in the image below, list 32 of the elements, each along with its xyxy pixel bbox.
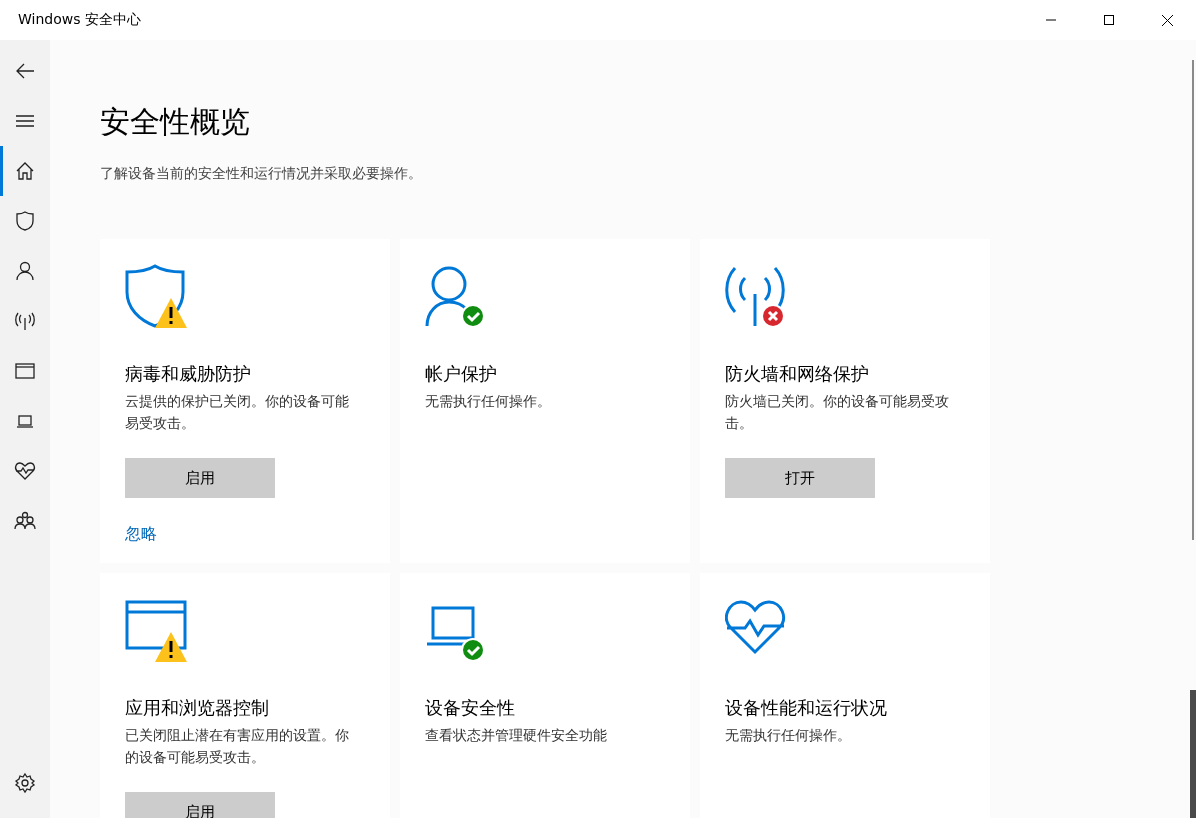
action-button[interactable]: 启用 [125, 792, 275, 818]
shield-icon [14, 210, 36, 232]
person-icon [14, 260, 36, 282]
dismiss-link[interactable]: 忽略 [125, 524, 157, 545]
card-description: 查看状态并管理硬件安全功能 [425, 726, 608, 745]
antenna-icon [14, 310, 36, 332]
home-icon [14, 160, 36, 182]
settings-icon [14, 772, 36, 794]
family-icon [14, 510, 36, 532]
heart-pulse-icon [14, 460, 36, 482]
browser-window-warning-icon [125, 598, 189, 662]
card-description: 云提供的保护已关闭。你的设备可能易受攻击。 [125, 392, 350, 433]
card-description: 无需执行任何操作。 [425, 392, 552, 411]
close-icon [1161, 14, 1173, 26]
card-title: 防火墙和网络保护 [725, 362, 869, 386]
scrollbar-thumb[interactable] [1190, 690, 1196, 818]
card-description: 防火墙已关闭。你的设备可能易受攻击。 [725, 392, 950, 433]
card-description: 已关闭阻止潜在有害应用的设置。你的设备可能易受攻击。 [125, 726, 350, 767]
card-title: 设备安全性 [425, 696, 515, 720]
page-subtitle: 了解设备当前的安全性和运行情况并采取必要操作。 [100, 165, 423, 183]
action-button[interactable]: 打开 [725, 458, 875, 498]
card-title: 病毒和威胁防护 [125, 362, 251, 386]
card-description: 无需执行任何操作。 [725, 726, 852, 745]
action-button[interactable]: 启用 [125, 458, 275, 498]
card-title: 应用和浏览器控制 [125, 696, 269, 720]
maximize-icon [1104, 15, 1114, 25]
shield-warning-icon [125, 264, 189, 328]
card-title: 帐户保护 [425, 362, 497, 386]
card-title: 设备性能和运行状况 [725, 696, 887, 720]
window-title: Windows 安全中心 [17, 11, 142, 29]
page-title: 安全性概览 [100, 103, 251, 141]
browser-window-icon [14, 360, 36, 382]
